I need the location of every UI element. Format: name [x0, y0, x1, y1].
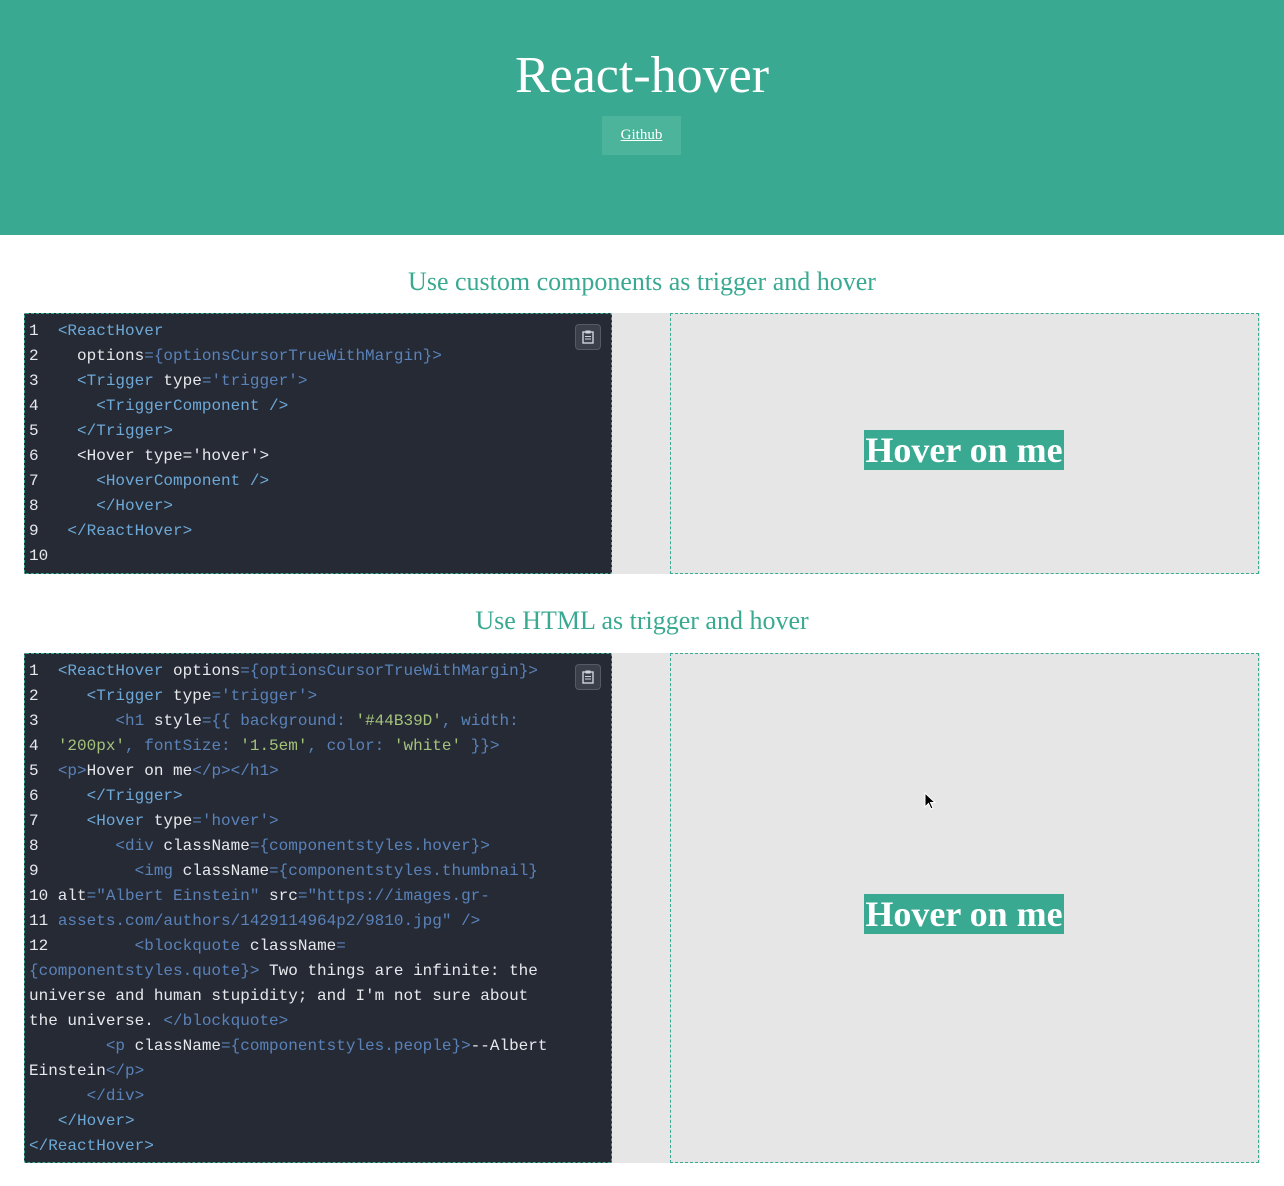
code-line: 6 </Trigger>	[29, 787, 183, 805]
hover-trigger[interactable]: Hover on me	[864, 894, 1064, 934]
code-line: 12 <blockquote className=	[29, 937, 346, 955]
code-line: 4 <TriggerComponent />	[29, 397, 289, 415]
hover-trigger[interactable]: Hover on me	[864, 430, 1064, 470]
copy-code-button[interactable]	[575, 664, 601, 690]
preview-area: Hover on me	[670, 653, 1259, 1163]
code-line: 3 <Trigger type='trigger'>	[29, 372, 308, 390]
code-line: the universe. </blockquote>	[29, 1012, 289, 1030]
clipboard-icon	[582, 330, 594, 344]
github-link[interactable]: Github	[602, 116, 681, 155]
mouse-pointer-icon	[924, 792, 937, 810]
copy-code-button[interactable]	[575, 324, 601, 350]
code-line: 1 <ReactHover options={optionsCursorTrue…	[29, 662, 538, 680]
preview-area: Hover on me	[670, 313, 1259, 574]
code-line: <p className={componentstyles.people}>--…	[105, 1037, 548, 1055]
code-line: </div>	[86, 1087, 145, 1105]
code-line: 10	[29, 547, 49, 565]
code-line: 3 <h1 style={{ background: '#44B39D', wi…	[29, 712, 519, 730]
code-line: 7 <HoverComponent />	[29, 472, 270, 490]
code-line: 8 <div className={componentstyles.hover}…	[29, 837, 490, 855]
code-block[interactable]: 1 <ReactHover options={optionsCursorTrue…	[24, 653, 612, 1163]
code-line: 2 <Trigger type='trigger'>	[29, 687, 318, 705]
code-line: 2 options={optionsCursorTrueWithMargin}>	[29, 347, 442, 365]
example-row-html: 1 <ReactHover options={optionsCursorTrue…	[24, 653, 1260, 1163]
page-title: React-hover	[514, 47, 770, 104]
code-line: </Hover>	[57, 1112, 135, 1130]
code-block[interactable]: 1 <ReactHover 2 options={optionsCursorTr…	[24, 313, 612, 574]
code-line: 9 <img className={componentstyles.thumbn…	[29, 862, 538, 880]
code-line: 7 <Hover type='hover'>	[29, 812, 279, 830]
example-row-custom-components: 1 <ReactHover 2 options={optionsCursorTr…	[24, 313, 1260, 574]
code-line: 6 <Hover type='hover'>	[29, 447, 270, 465]
page-header: React-hover Github	[0, 0, 1284, 235]
code-line: 10 alt="Albert Einstein" src="https://im…	[29, 887, 490, 905]
code-line: 8 </Hover>	[29, 497, 174, 515]
code-line: 5 <p>Hover on me</p></h1>	[29, 762, 279, 780]
code-line: </ReactHover>	[29, 1137, 154, 1155]
code-line: Einstein</p>	[29, 1062, 145, 1080]
section-title-custom-components: Use custom components as trigger and hov…	[408, 267, 876, 296]
code-line: universe and human stupidity; and I'm no…	[29, 987, 529, 1005]
code-line: {componentstyles.quote}> Two things are …	[29, 962, 538, 980]
code-line: 5 </Trigger>	[29, 422, 174, 440]
code-line: 11 assets.com/authors/1429114964p2/9810.…	[29, 912, 481, 930]
code-line: 4 '200px', fontSize: '1.5em', color: 'wh…	[29, 737, 500, 755]
clipboard-icon	[582, 670, 594, 684]
code-line: 1 <ReactHover	[29, 322, 164, 340]
code-line: 9 </ReactHover>	[29, 522, 193, 540]
section-title-html: Use HTML as trigger and hover	[475, 606, 809, 635]
